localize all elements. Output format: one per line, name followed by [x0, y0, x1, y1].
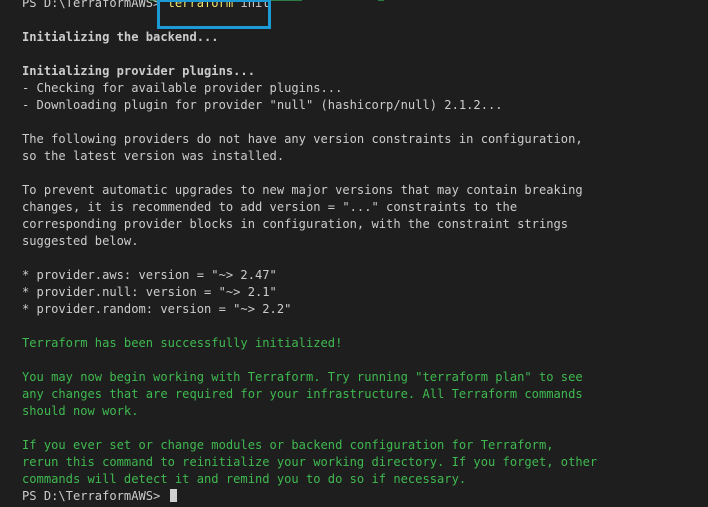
terminal-output: PS D:\TerraformAWS> terraform init Initi…	[22, 0, 708, 505]
next-steps-line: You may now begin working with Terraform…	[22, 370, 583, 384]
success-message: Terraform has been successfully initiali…	[22, 336, 343, 350]
next-steps-line: any changes that are required for your i…	[22, 387, 583, 401]
provider-constraint: * provider.aws: version = "~> 2.47"	[22, 268, 277, 282]
reinit-note-line: rerun this command to reinitialize your …	[22, 455, 598, 469]
plugin-line: - Checking for available provider plugin…	[22, 81, 343, 95]
command-name: terraform	[167, 0, 234, 10]
upgrade-note-line: To prevent automatic upgrades to new maj…	[22, 183, 583, 197]
text-cursor	[169, 489, 177, 502]
reinit-note-line: commands will detect it and remind you t…	[22, 472, 467, 486]
plugins-header: Initializing provider plugins...	[22, 64, 255, 78]
constraints-note-line: The following providers do not have any …	[22, 132, 583, 146]
command-arg: init	[240, 0, 270, 10]
provider-constraint: * provider.random: version = "~> 2.2"	[22, 302, 292, 316]
next-steps-line: should now work.	[22, 404, 139, 418]
command-line: PS D:\TerraformAWS> terraform init	[22, 0, 708, 12]
upgrade-note-line: corresponding provider blocks in configu…	[22, 217, 569, 231]
reinit-note-line: If you ever set or change modules or bac…	[22, 438, 554, 452]
terminal-window[interactable]: PS D:\TerraformAWS> terraform init Initi…	[0, 0, 708, 507]
plugin-line: - Downloading plugin for provider "null"…	[22, 98, 503, 112]
prompt-text: PS D:\TerraformAWS>	[22, 489, 161, 503]
prompt-text: PS D:\TerraformAWS>	[22, 0, 161, 10]
provider-constraint: * provider.null: version = "~> 2.1"	[22, 285, 277, 299]
input-line[interactable]: PS D:\TerraformAWS>	[22, 488, 708, 505]
backend-status: Initializing the backend...	[22, 30, 219, 44]
constraints-note-line: so the latest version was installed.	[22, 149, 285, 163]
upgrade-note-line: suggested below.	[22, 234, 139, 248]
upgrade-note-line: changes, it is recommended to add versio…	[22, 200, 518, 214]
